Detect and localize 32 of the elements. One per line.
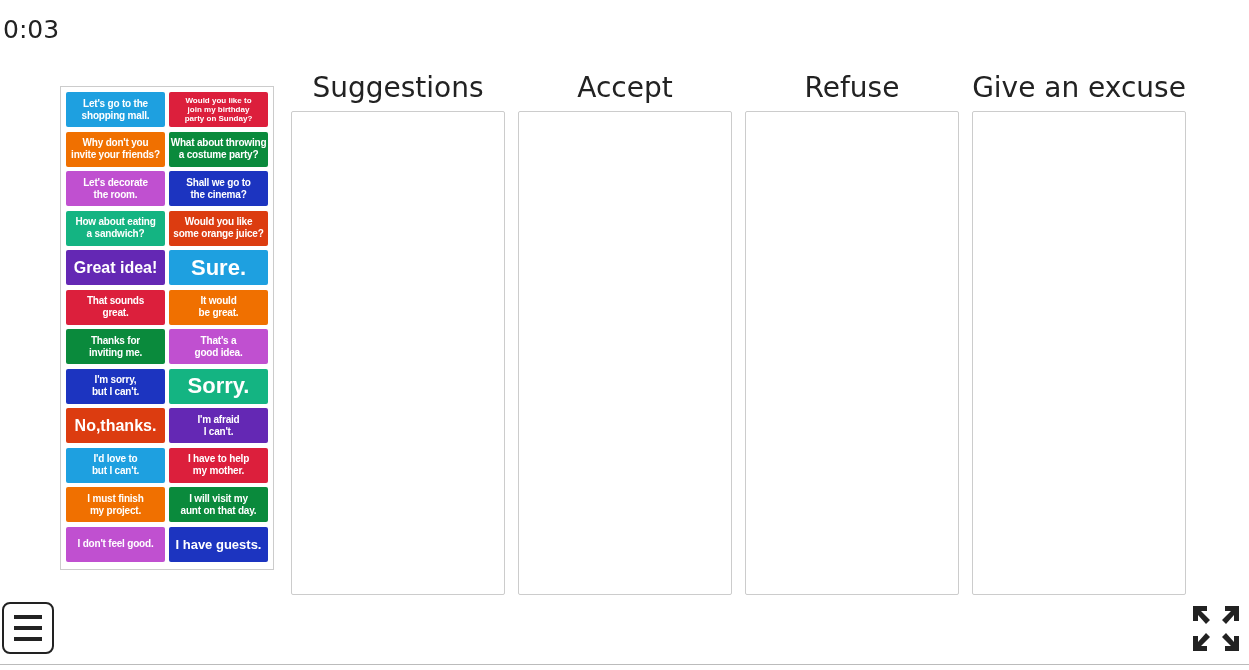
menu-icon [14,613,42,643]
column-heading: Refuse [803,70,901,106]
phrase-card[interactable]: Why don't you invite your friends? [66,131,165,167]
phrase-card[interactable]: Would you like some orange juice? [169,210,268,246]
phrase-card[interactable]: Let's go to the shopping mall. [66,92,165,127]
phrase-card[interactable]: Sorry. [169,368,268,404]
phrase-card[interactable]: Would you like to join my birthday party on Sunday? [169,92,268,127]
phrase-card[interactable]: I must finish my project. [66,487,165,522]
phrase-card[interactable]: I'm sorry, but I can't. [66,368,165,404]
phrase-card[interactable]: It would be great. [169,289,268,325]
phrase-card[interactable]: What about throwing a costume party? [169,131,268,167]
phrase-card[interactable]: I'd love to but I can't. [66,447,165,483]
phrase-card[interactable]: Thanks for inviting me. [66,329,165,364]
timer: 0:03 [3,14,60,46]
phrase-card[interactable]: I will visit my aunt on that day. [169,487,268,522]
phrase-card[interactable]: I have to help my mother. [169,447,268,483]
phrase-card[interactable]: Great idea! [66,250,165,285]
phrase-card[interactable]: Sure. [169,250,268,285]
phrase-card[interactable]: That sounds great. [66,289,165,325]
phrase-card[interactable]: No,thanks. [66,408,165,443]
phrase-card[interactable]: I have guests. [169,526,268,562]
menu-button[interactable] [2,602,54,654]
phrase-card[interactable]: Let's decorate the room. [66,171,165,206]
column-heading: Give an excuse [972,70,1186,106]
phrase-card[interactable]: I don't feel good. [66,526,165,562]
phrase-card[interactable]: Shall we go to the cinema? [169,171,268,206]
phrase-card[interactable]: That's a good idea. [169,329,268,364]
column-heading: Accept [576,70,674,106]
column-heading: Suggestions [311,70,485,106]
phrase-card[interactable]: I'm afraid I can't. [169,408,268,443]
fullscreen-icon[interactable] [1193,606,1239,651]
phrase-card[interactable]: How about eating a sandwich? [66,210,165,246]
